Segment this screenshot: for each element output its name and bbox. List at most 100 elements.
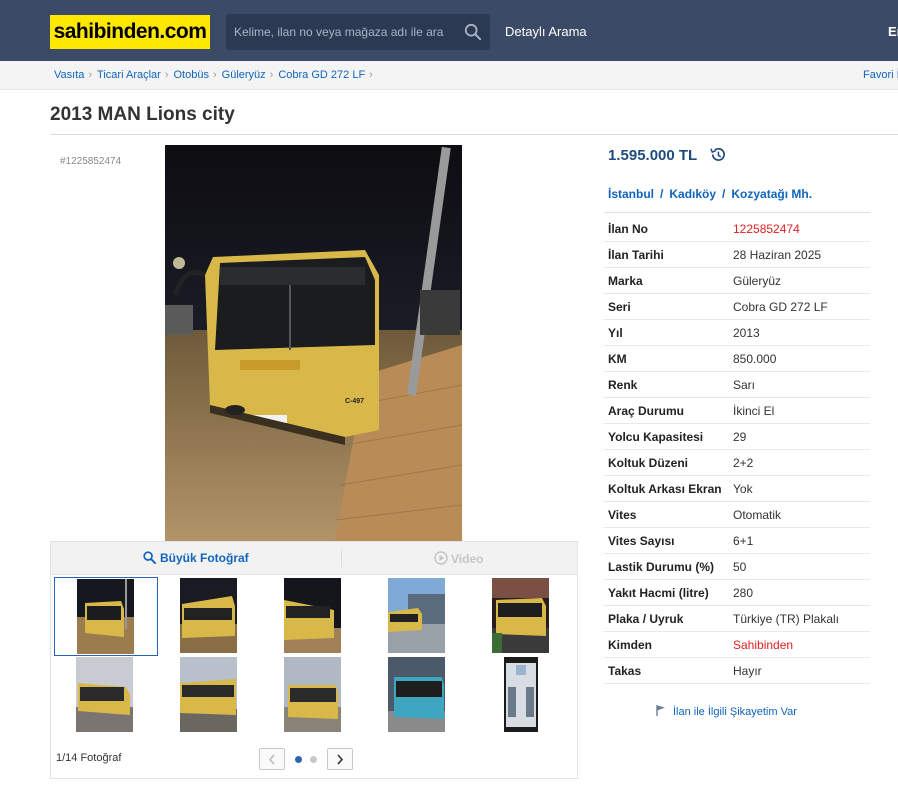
spec-value: 280 xyxy=(733,586,754,600)
spec-value: 850.000 xyxy=(733,352,777,366)
spec-label: Seri xyxy=(608,300,631,314)
spec-value: 50 xyxy=(733,560,747,574)
location-district[interactable]: Kadıköy xyxy=(669,187,716,201)
price-history-icon[interactable] xyxy=(709,146,726,163)
thumbnail-8[interactable] xyxy=(262,656,366,735)
spec-row: Kimden Sahibinden xyxy=(604,632,870,658)
breadcrumb-separator: › xyxy=(269,69,274,81)
spec-label: Renk xyxy=(608,378,638,392)
play-icon xyxy=(434,551,448,565)
spec-label: Koltuk Düzeni xyxy=(608,456,688,470)
thumbnail-4[interactable] xyxy=(366,577,470,656)
spec-value: 29 xyxy=(733,430,747,444)
spec-row: Seri Cobra GD 272 LF xyxy=(604,294,870,320)
big-photo-button[interactable]: Büyük Fotoğraf xyxy=(143,551,249,565)
location-separator: / xyxy=(722,187,726,201)
thumbnail-7[interactable] xyxy=(158,656,262,735)
chevron-left-icon xyxy=(268,754,275,765)
thumbnail-image xyxy=(77,579,134,654)
search-icon[interactable] xyxy=(464,23,482,41)
spec-label: Vites Sayısı xyxy=(608,534,675,548)
spec-value: Yok xyxy=(733,482,753,496)
spec-row: Koltuk Düzeni 2+2 xyxy=(604,450,870,476)
thumbnail-gallery: 1/14 Fotoğraf xyxy=(50,574,578,779)
complaint-label: İlan ile İlgili Şikayetim Var xyxy=(673,706,797,718)
spec-label: Marka xyxy=(608,274,643,288)
breadcrumb-separator: › xyxy=(212,69,217,81)
thumbnail-2[interactable] xyxy=(158,577,262,656)
spec-value: Hayır xyxy=(733,664,762,678)
breadcrumb-separator: › xyxy=(88,69,93,81)
spec-value: 6+1 xyxy=(733,534,754,548)
big-photo-label: Büyük Fotoğraf xyxy=(160,551,249,565)
spec-label: Kimden xyxy=(608,638,653,652)
spec-row: KM 850.000 xyxy=(604,346,870,372)
spec-label: KM xyxy=(608,352,627,366)
prev-photo-button[interactable] xyxy=(259,748,285,770)
spec-row: Marka Güleryüz xyxy=(604,268,870,294)
pagination-dot-active[interactable] xyxy=(295,756,302,763)
thumbnail-image xyxy=(492,578,549,653)
spec-value: Sarı xyxy=(733,378,756,392)
thumbnail-image xyxy=(284,657,341,732)
spec-row: Yolcu Kapasitesi 29 xyxy=(604,424,870,450)
thumbnail-image xyxy=(388,657,445,732)
complaint-link[interactable]: İlan ile İlgili Şikayetim Var xyxy=(656,705,797,718)
header-right-link[interactable]: Er xyxy=(888,24,898,39)
location-neighborhood[interactable]: Kozyatağı Mh. xyxy=(731,187,812,201)
spec-row: Araç Durumu İkinci El xyxy=(604,398,870,424)
thumbnail-image xyxy=(388,578,445,653)
thumbnail-image xyxy=(76,657,133,732)
spec-value[interactable]: 1225852474 xyxy=(733,222,800,236)
location: İstanbul / Kadıköy / Kozyatağı Mh. xyxy=(608,187,812,201)
spec-row: Yakıt Hacmi (litre) 280 xyxy=(604,580,870,606)
breadcrumb: Vasıta › Ticari Araçlar › Otobüs › Güleryüz › Co… xyxy=(54,69,378,81)
breadcrumb-item-guleryuz[interactable]: Güleryüz xyxy=(222,69,266,81)
spec-label: Vites xyxy=(608,508,637,522)
top-header: sahibinden.com Detaylı Arama Er xyxy=(0,0,898,61)
spec-label: Plaka / Uyruk xyxy=(608,612,684,626)
spec-row: Vites Otomatik xyxy=(604,502,870,528)
spec-label: Lastik Durumu (%) xyxy=(608,560,715,574)
magnifier-icon xyxy=(143,551,156,564)
thumbnail-6[interactable] xyxy=(54,656,158,735)
spec-value: Otomatik xyxy=(733,508,782,522)
spec-value[interactable]: Sahibinden xyxy=(733,638,793,652)
breadcrumb-separator: › xyxy=(369,69,373,81)
page-title: 2013 MAN Lions city xyxy=(50,104,235,125)
main-photo[interactable]: C-497 xyxy=(165,145,462,541)
thumbnail-3[interactable] xyxy=(262,577,366,656)
title-divider xyxy=(50,134,898,135)
location-city[interactable]: İstanbul xyxy=(608,187,654,201)
flag-icon xyxy=(656,705,665,716)
pagination-dot[interactable] xyxy=(310,756,317,763)
spec-value: 28 Haziran 2025 xyxy=(733,248,822,262)
breadcrumb-item-ticari-araclar[interactable]: Ticari Araçlar xyxy=(97,69,161,81)
spec-value: Cobra GD 272 LF xyxy=(733,300,828,314)
tab-divider xyxy=(341,550,342,567)
breadcrumb-item-vasita[interactable]: Vasıta xyxy=(54,69,84,81)
spec-value: Türkiye (TR) Plakalı xyxy=(733,612,840,626)
spec-row: Vites Sayısı 6+1 xyxy=(604,528,870,554)
video-button[interactable]: Video xyxy=(434,551,483,566)
breadcrumb-item-cobra[interactable]: Cobra GD 272 LF xyxy=(278,69,365,81)
spec-row: Renk Sarı xyxy=(604,372,870,398)
thumbnail-image xyxy=(180,657,237,732)
thumbnail-1[interactable] xyxy=(54,577,158,656)
detailed-search-link[interactable]: Detaylı Arama xyxy=(505,24,587,39)
thumbnail-image xyxy=(504,657,538,732)
search-input[interactable] xyxy=(226,14,454,50)
spec-label: İlan Tarihi xyxy=(608,248,664,262)
spec-row: Koltuk Arkası Ekran Yok xyxy=(604,476,870,502)
site-logo[interactable]: sahibinden.com xyxy=(50,15,210,49)
favorites-link[interactable]: Favori İ xyxy=(863,69,898,81)
thumbnail-5[interactable] xyxy=(470,577,574,656)
spec-label: İlan No xyxy=(608,222,649,236)
breadcrumb-item-otobus[interactable]: Otobüs xyxy=(174,69,209,81)
thumbnail-9[interactable] xyxy=(366,656,470,735)
spec-label: Yıl xyxy=(608,326,623,340)
svg-text:C-497: C-497 xyxy=(345,398,364,405)
next-photo-button[interactable] xyxy=(327,748,353,770)
spec-value: 2+2 xyxy=(733,456,754,470)
thumbnail-10[interactable] xyxy=(470,656,574,735)
